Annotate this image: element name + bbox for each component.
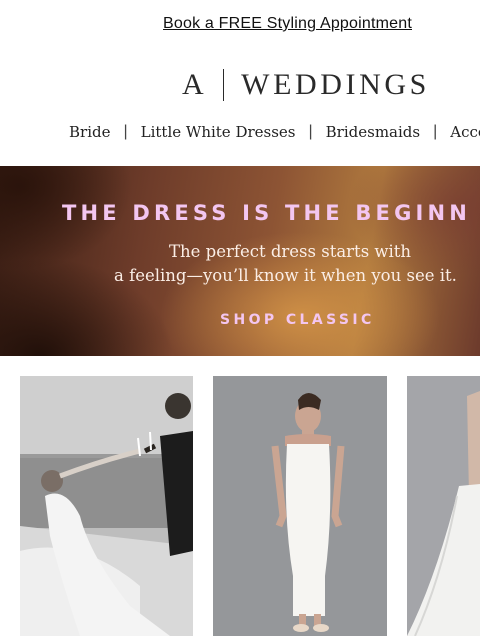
product-tile-ball-gown[interactable] (407, 376, 480, 636)
nav-item-bridesmaids[interactable]: Bridesmaids (326, 123, 420, 141)
product-tile-couple-photo[interactable] (20, 376, 193, 636)
white-ball-gown-photo (407, 376, 480, 636)
nav-item-little-white-dresses[interactable]: Little White Dresses (141, 123, 296, 141)
nav-separator: | (433, 123, 438, 140)
couple-on-boat-photo (20, 376, 193, 636)
shop-classic-link[interactable]: SHOP CLASSIC (220, 312, 375, 328)
nav-item-accessories[interactable]: Acces (450, 123, 480, 141)
nav-separator: | (123, 123, 128, 140)
brand-logo[interactable]: A WEDDINGS (182, 68, 430, 102)
hero-banner[interactable]: THE DRESS IS THE BEGINN The perfect dres… (0, 166, 480, 356)
promo-banner: Book a FREE Styling Appointment (0, 15, 480, 37)
white-midi-slip-dress-photo (213, 376, 387, 636)
hero-headline: THE DRESS IS THE BEGINN (62, 201, 472, 225)
hero-subtitle-line-1: The perfect dress starts with (169, 242, 412, 261)
product-tile-midi-dress[interactable] (213, 376, 387, 636)
book-styling-appointment-link[interactable]: Book a FREE Styling Appointment (163, 15, 412, 33)
logo-wordmark: WEDDINGS (241, 68, 430, 101)
logo-mark: A (182, 68, 206, 101)
nav-separator: | (308, 123, 313, 140)
main-nav: Bride | Little White Dresses | Bridesmai… (69, 121, 480, 143)
logo-divider (222, 69, 225, 101)
nav-item-bride[interactable]: Bride (69, 123, 110, 141)
hero-subtitle-line-2: a feeling—you’ll know it when you see it… (114, 266, 457, 285)
